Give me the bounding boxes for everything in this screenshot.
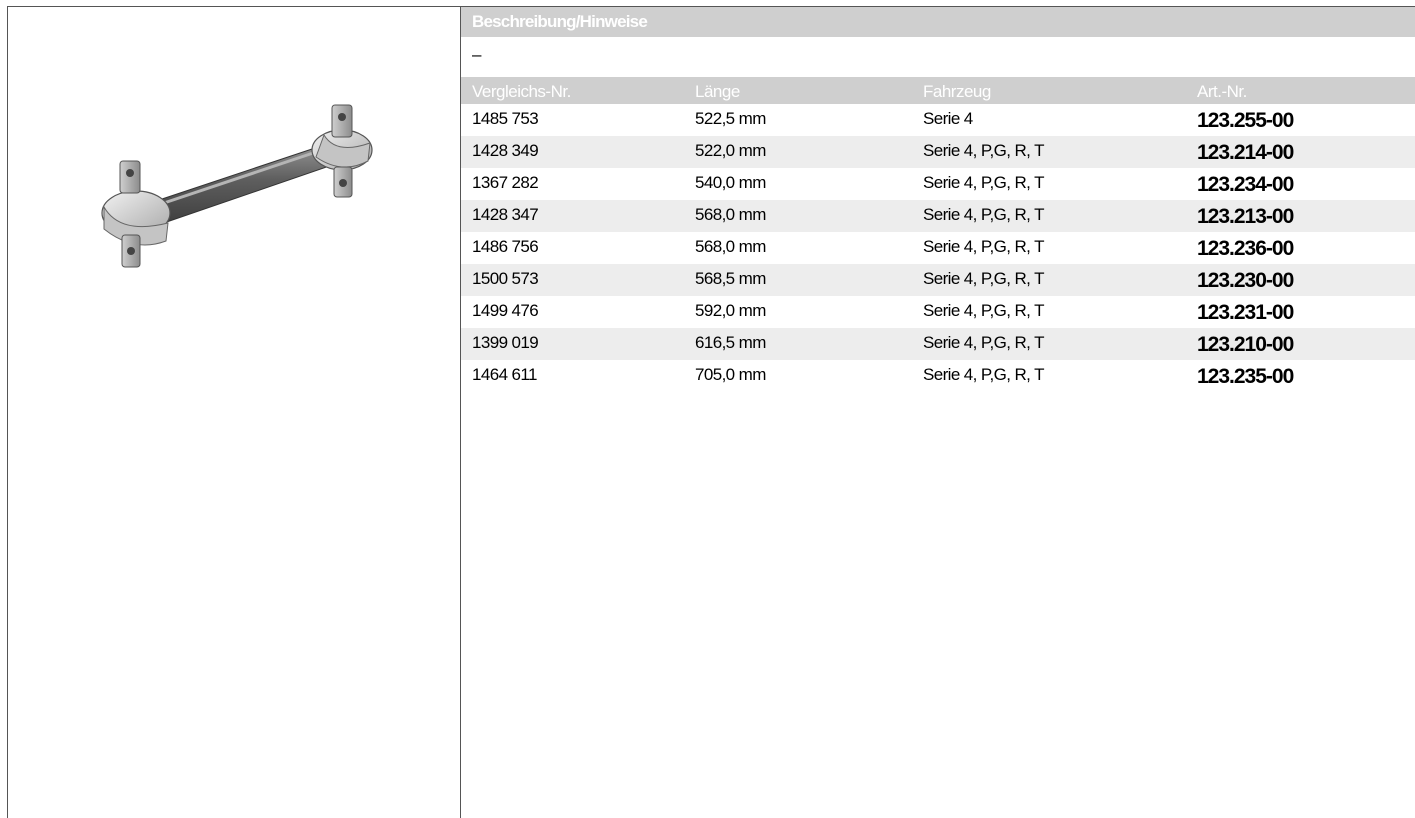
art-nr: 123.255-00 — [1197, 109, 1294, 132]
table-row: 1428 347 568,0 mm Serie 4, P,G, R, T 123… — [461, 200, 1415, 232]
laenge: 540,0 mm — [695, 173, 766, 192]
product-image-cell — [8, 7, 460, 818]
laenge: 592,0 mm — [695, 301, 766, 320]
table-header: Vergleichs-Nr. Länge Fahrzeug Art.-Nr. — [461, 77, 1415, 104]
product-details: Beschreibung/Hinweise – Vergleichs-Nr. L… — [461, 7, 1415, 392]
header-art-nr: Art.-Nr. — [1197, 82, 1247, 101]
fahrzeug: Serie 4 — [923, 109, 973, 128]
header-fahrzeug: Fahrzeug — [923, 82, 991, 101]
laenge: 522,0 mm — [695, 141, 766, 160]
laenge: 522,5 mm — [695, 109, 766, 128]
table-row: 1464 611 705,0 mm Serie 4, P,G, R, T 123… — [461, 360, 1415, 392]
laenge: 568,0 mm — [695, 237, 766, 256]
table-row: 1500 573 568,5 mm Serie 4, P,G, R, T 123… — [461, 264, 1415, 296]
fahrzeug: Serie 4, P,G, R, T — [923, 333, 1044, 352]
art-nr: 123.213-00 — [1197, 205, 1294, 228]
vergleichs-nr: 1486 756 — [472, 237, 539, 256]
art-nr: 123.230-00 — [1197, 269, 1294, 292]
header-laenge: Länge — [695, 82, 740, 101]
table-row: 1485 753 522,5 mm Serie 4 123.255-00 — [461, 104, 1415, 136]
vergleichs-nr: 1428 349 — [472, 141, 539, 160]
vergleichs-nr: 1367 282 — [472, 173, 539, 192]
art-nr: 123.214-00 — [1197, 141, 1294, 164]
torque-rod-image — [101, 104, 373, 268]
vergleichs-nr: 1485 753 — [472, 109, 539, 128]
fahrzeug: Serie 4, P,G, R, T — [923, 173, 1044, 192]
vergleichs-nr: 1499 476 — [472, 301, 539, 320]
description-header: Beschreibung/Hinweise — [461, 7, 1415, 37]
fahrzeug: Serie 4, P,G, R, T — [923, 237, 1044, 256]
laenge: 568,0 mm — [695, 205, 766, 224]
fahrzeug: Serie 4, P,G, R, T — [923, 141, 1044, 160]
description-text: – — [472, 45, 482, 64]
fahrzeug: Serie 4, P,G, R, T — [923, 269, 1044, 288]
fahrzeug: Serie 4, P,G, R, T — [923, 365, 1044, 384]
art-nr: 123.235-00 — [1197, 365, 1294, 388]
art-nr: 123.210-00 — [1197, 333, 1294, 356]
fahrzeug: Serie 4, P,G, R, T — [923, 301, 1044, 320]
table-row: 1499 476 592,0 mm Serie 4, P,G, R, T 123… — [461, 296, 1415, 328]
laenge: 616,5 mm — [695, 333, 766, 352]
art-nr: 123.231-00 — [1197, 301, 1294, 324]
vergleichs-nr: 1464 611 — [472, 365, 537, 384]
laenge: 705,0 mm — [695, 365, 766, 384]
table-row: 1486 756 568,0 mm Serie 4, P,G, R, T 123… — [461, 232, 1415, 264]
table-row: 1367 282 540,0 mm Serie 4, P,G, R, T 123… — [461, 168, 1415, 200]
art-nr: 123.234-00 — [1197, 173, 1294, 196]
laenge: 568,5 mm — [695, 269, 766, 288]
fahrzeug: Serie 4, P,G, R, T — [923, 205, 1044, 224]
art-nr: 123.236-00 — [1197, 237, 1294, 260]
header-vergleichs-nr: Vergleichs-Nr. — [472, 82, 571, 101]
vergleichs-nr: 1428 347 — [472, 205, 539, 224]
table-row: 1399 019 616,5 mm Serie 4, P,G, R, T 123… — [461, 328, 1415, 360]
vergleichs-nr: 1399 019 — [472, 333, 539, 352]
vergleichs-nr: 1500 573 — [472, 269, 539, 288]
table-row: 1428 349 522,0 mm Serie 4, P,G, R, T 123… — [461, 136, 1415, 168]
